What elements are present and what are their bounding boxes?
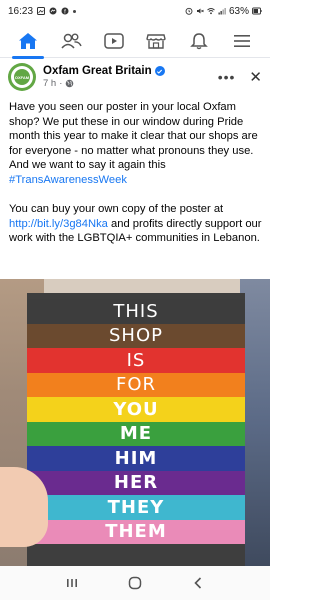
page-name[interactable]: Oxfam Great Britain bbox=[43, 65, 152, 77]
video-icon bbox=[103, 32, 124, 49]
post-header: OXFAM Oxfam Great Britain 7 h · ••• ✕ bbox=[0, 60, 270, 94]
marketplace-icon bbox=[146, 33, 167, 49]
more-options-icon[interactable]: ••• bbox=[218, 70, 236, 84]
home-circle-icon bbox=[128, 576, 142, 590]
poster-stripe-is: IS bbox=[27, 348, 245, 373]
home-icon bbox=[19, 32, 37, 49]
nav-marketplace[interactable] bbox=[136, 25, 176, 57]
back-button[interactable] bbox=[183, 571, 213, 595]
nav-menu[interactable] bbox=[222, 25, 262, 57]
recent-apps-button[interactable] bbox=[57, 571, 87, 595]
battery-icon bbox=[252, 7, 262, 15]
status-time: 16:23 bbox=[8, 5, 34, 17]
post-photo[interactable]: THIS SHOP IS FOR YOU ME HIM HER THEY THEM bbox=[0, 279, 270, 566]
facebook-notification-icon: f bbox=[61, 7, 69, 15]
wifi-icon bbox=[207, 8, 215, 15]
battery-percent: 63% bbox=[228, 5, 249, 17]
notifications-icon bbox=[190, 32, 208, 49]
poster-stripe-for: FOR bbox=[27, 372, 245, 397]
top-navigation bbox=[0, 24, 270, 59]
close-icon[interactable]: ✕ bbox=[249, 70, 262, 85]
signal-icon bbox=[218, 8, 226, 15]
status-bar: 16:23 f 63% bbox=[0, 0, 270, 22]
poster-link[interactable]: http://bit.ly/3g84Nka bbox=[9, 218, 108, 230]
pride-poster: THIS SHOP IS FOR YOU ME HIM HER THEY THEM bbox=[27, 293, 245, 566]
system-navigation-bar bbox=[0, 566, 270, 600]
alarm-icon bbox=[185, 7, 193, 15]
nav-video[interactable] bbox=[94, 25, 134, 57]
more-notifications-dot bbox=[73, 9, 77, 13]
globe-icon bbox=[66, 79, 74, 88]
poster-stripe-him: HIM bbox=[27, 446, 245, 471]
poster-stripe-you: YOU bbox=[27, 397, 245, 422]
nav-home[interactable] bbox=[8, 25, 48, 59]
post-paragraph-2: You can buy your own copy of the poster … bbox=[9, 202, 265, 246]
recent-apps-icon bbox=[66, 579, 77, 587]
poster-stripe-me: ME bbox=[27, 421, 245, 446]
poster-stripe-this: THIS bbox=[27, 299, 245, 324]
messenger-notification-icon bbox=[49, 7, 57, 15]
post-paragraph-1: Have you seen our poster in your local O… bbox=[9, 100, 265, 188]
menu-icon bbox=[233, 34, 250, 47]
oxfam-logo: OXFAM bbox=[14, 69, 30, 85]
poster-stripe-shop: SHOP bbox=[27, 323, 245, 348]
poster-stripe-them: THEM bbox=[27, 519, 245, 544]
back-icon bbox=[194, 577, 202, 589]
home-button[interactable] bbox=[120, 571, 150, 595]
hashtag-link[interactable]: #TransAwarenessWeek bbox=[9, 174, 127, 186]
post-text-1: Have you seen our poster in your local O… bbox=[9, 101, 258, 172]
nav-friends[interactable] bbox=[51, 25, 91, 57]
nav-notifications[interactable] bbox=[179, 25, 219, 57]
gallery-notification-icon bbox=[37, 7, 46, 15]
post-text-2a: You can buy your own copy of the poster … bbox=[9, 203, 224, 216]
page-avatar[interactable]: OXFAM bbox=[8, 63, 36, 91]
mute-icon bbox=[196, 8, 204, 14]
post-timestamp[interactable]: 7 h bbox=[43, 78, 56, 89]
separator-dot: · bbox=[59, 78, 63, 89]
poster-stripe-her: HER bbox=[27, 470, 245, 495]
poster-stripe-they: THEY bbox=[27, 495, 245, 520]
friends-icon bbox=[61, 33, 82, 49]
post-body: Have you seen our poster in your local O… bbox=[9, 100, 265, 261]
verified-badge-icon bbox=[154, 66, 165, 76]
